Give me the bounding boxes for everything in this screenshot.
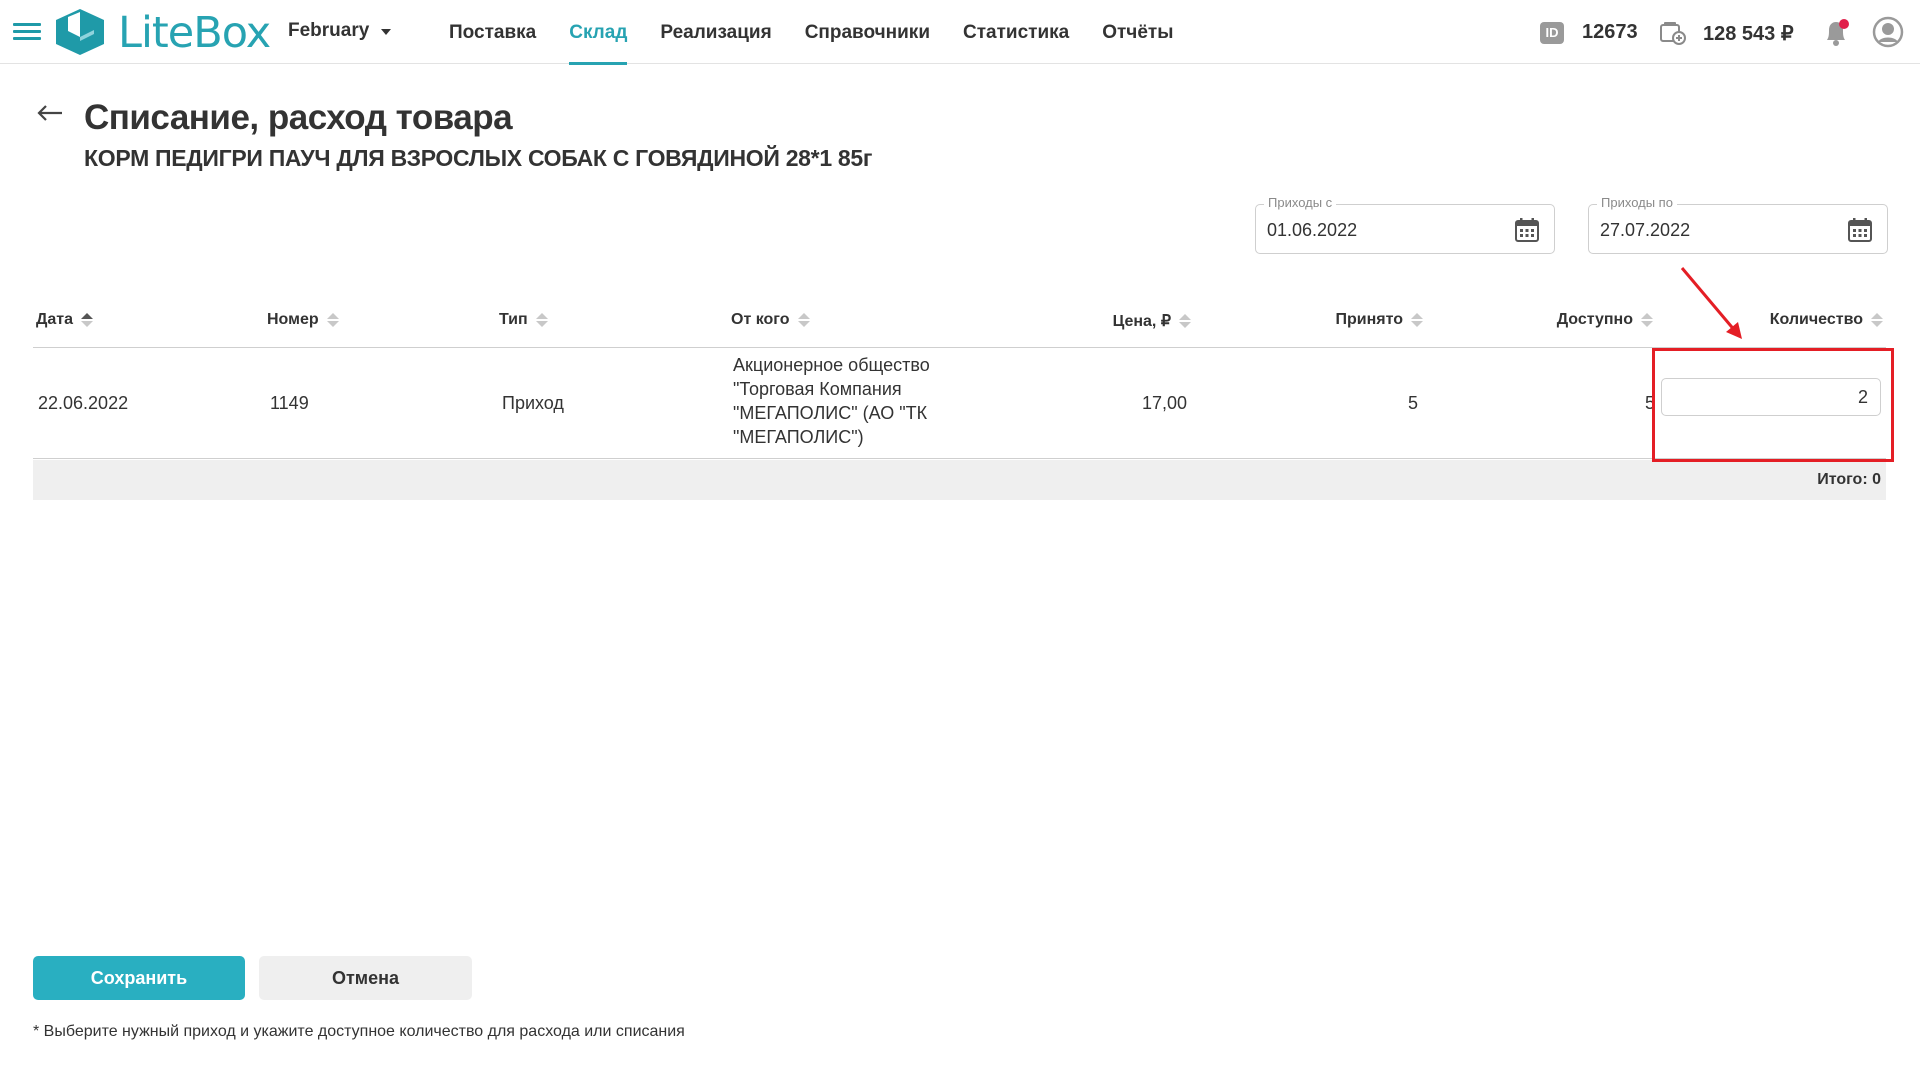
supplier-line: "Торговая Компания xyxy=(733,379,902,399)
id-icon: ID xyxy=(1540,22,1564,44)
hint-text: * Выберите нужный приход и укажите досту… xyxy=(33,1023,685,1040)
calendar-icon[interactable] xyxy=(1847,217,1873,243)
supplier-line: Акционерное общество xyxy=(733,355,930,375)
nav-item-realizatsiya[interactable]: Реализация xyxy=(660,0,771,64)
table-header: Дата Номер Тип От кого Цена, ₽ Принято Д… xyxy=(33,300,1886,348)
date-to-field[interactable]: Приходы по 27.07.2022 xyxy=(1588,195,1888,254)
cell-supplier: Акционерное общество "Торговая Компания … xyxy=(733,353,963,449)
cell-available: 5 xyxy=(1644,393,1655,413)
sort-icon[interactable] xyxy=(1641,313,1653,327)
cell-price: 17,00 xyxy=(1141,393,1187,413)
logo-cube-icon[interactable] xyxy=(54,7,106,57)
column-header-date[interactable]: Дата xyxy=(36,311,94,329)
sort-icon[interactable] xyxy=(535,313,548,327)
nav-item-statistika[interactable]: Статистика xyxy=(963,0,1069,64)
date-to-label: Приходы по xyxy=(1597,195,1677,210)
column-label: Доступно xyxy=(1556,311,1633,328)
chevron-down-icon xyxy=(381,29,392,35)
column-header-number[interactable]: Номер xyxy=(267,311,339,329)
highlight-box xyxy=(1652,348,1894,462)
nav-item-spravochniki[interactable]: Справочники xyxy=(805,0,930,64)
column-label: Номер xyxy=(267,311,319,328)
nav-item-postavka[interactable]: Поставка xyxy=(449,0,536,64)
total-label: Итого: 0 xyxy=(1817,471,1881,488)
date-from-field[interactable]: Приходы с 01.06.2022 xyxy=(1255,195,1555,254)
product-name: КОРМ ПЕДИГРИ ПАУЧ ДЛЯ ВЗРОСЛЫХ СОБАК С Г… xyxy=(84,145,873,171)
column-header-type[interactable]: Тип xyxy=(499,311,548,329)
column-label: Цена, ₽ xyxy=(1112,313,1171,330)
sort-icon[interactable] xyxy=(81,313,94,327)
column-header-received[interactable]: Принято xyxy=(1263,311,1423,329)
cell-number: 1149 xyxy=(270,393,309,413)
date-from-value[interactable]: 01.06.2022 xyxy=(1267,220,1357,241)
wallet-icon[interactable] xyxy=(1660,21,1686,45)
nav-item-sklad[interactable]: Склад xyxy=(569,0,628,65)
cell-type: Приход xyxy=(502,393,564,413)
back-arrow-icon[interactable] xyxy=(36,104,64,122)
calendar-icon[interactable] xyxy=(1514,217,1540,243)
sort-icon[interactable] xyxy=(1871,313,1883,327)
logo-text[interactable]: LiteBox xyxy=(118,8,271,58)
table-row[interactable]: 22.06.2022 1149 Приход Акционерное общес… xyxy=(33,349,1886,459)
column-header-supplier[interactable]: От кого xyxy=(731,311,810,329)
date-from-label: Приходы с xyxy=(1264,195,1337,210)
organization-name: February xyxy=(288,20,370,41)
main-nav: Поставка Склад Реализация Справочники Ст… xyxy=(449,0,1206,65)
top-bar: LiteBox February Поставка Склад Реализац… xyxy=(0,0,1920,65)
account-id: 12673 xyxy=(1582,21,1638,43)
date-to-value[interactable]: 27.07.2022 xyxy=(1600,220,1690,241)
column-label: От кого xyxy=(731,311,790,328)
column-label: Количество xyxy=(1769,311,1863,328)
sort-icon[interactable] xyxy=(326,313,339,327)
sort-icon[interactable] xyxy=(1179,314,1191,328)
annotation-arrow-icon xyxy=(1680,267,1742,339)
sort-icon[interactable] xyxy=(797,313,810,327)
cancel-button[interactable]: Отмена xyxy=(259,956,472,1000)
balance: 128 543 ₽ xyxy=(1703,23,1794,45)
nav-item-otchety[interactable]: Отчёты xyxy=(1102,0,1173,64)
cell-date: 22.06.2022 xyxy=(38,393,129,413)
column-label: Тип xyxy=(499,311,528,328)
organization-select[interactable]: February xyxy=(288,20,392,42)
menu-icon[interactable] xyxy=(13,23,41,41)
supplier-line: "МЕГАПОЛИС" (АО "ТК xyxy=(733,403,928,423)
user-icon[interactable] xyxy=(1872,16,1904,48)
column-header-price[interactable]: Цена, ₽ xyxy=(1033,311,1191,331)
column-label: Дата xyxy=(36,311,74,328)
table-footer: Итого: 0 xyxy=(33,460,1886,500)
cell-received: 5 xyxy=(1407,393,1418,413)
column-header-available[interactable]: Доступно xyxy=(1493,311,1653,329)
page-title: Списание, расход товара xyxy=(84,98,513,137)
column-label: Принято xyxy=(1335,311,1403,328)
sort-icon[interactable] xyxy=(1411,313,1423,327)
bell-icon[interactable] xyxy=(1822,18,1850,48)
save-button[interactable]: Сохранить xyxy=(33,956,245,1000)
supplier-line: "МЕГАПОЛИС") xyxy=(733,427,864,447)
